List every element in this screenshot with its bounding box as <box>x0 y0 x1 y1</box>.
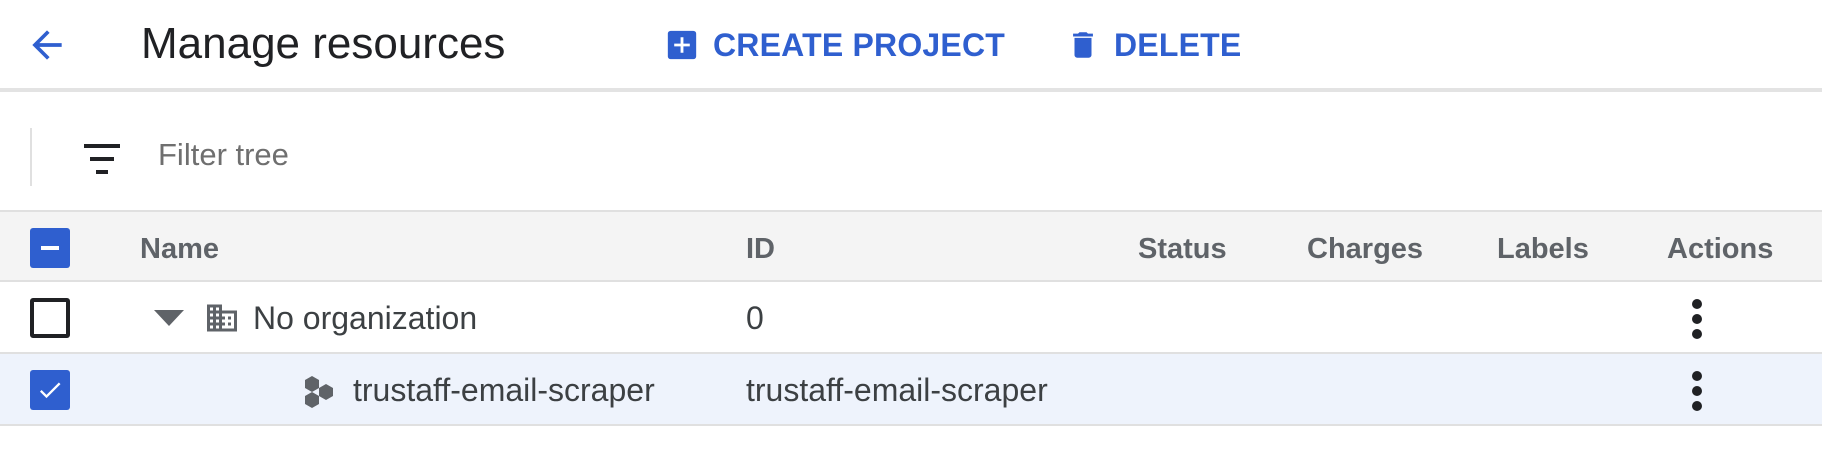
column-header-status[interactable]: Status <box>1138 232 1227 266</box>
column-header-labels[interactable]: Labels <box>1497 232 1589 266</box>
filter-tree-input[interactable] <box>158 132 1058 178</box>
select-all-checkbox[interactable] <box>30 228 70 268</box>
project-hexagons-icon <box>305 376 333 408</box>
more-actions-button[interactable] <box>1680 368 1714 414</box>
row-checkbox[interactable] <box>30 370 70 410</box>
more-vert-icon <box>1692 299 1702 339</box>
filter-bar <box>0 96 1822 210</box>
filter-divider <box>30 128 32 186</box>
building-icon <box>207 304 237 332</box>
add-box-icon <box>667 30 697 60</box>
back-button[interactable] <box>22 20 72 70</box>
arrow-back-icon <box>32 30 62 60</box>
column-header-charges[interactable]: Charges <box>1307 232 1423 266</box>
row-id: 0 <box>746 300 764 336</box>
column-header-name[interactable]: Name <box>140 232 219 266</box>
more-actions-button[interactable] <box>1680 296 1714 342</box>
row-name[interactable]: No organization <box>253 299 477 337</box>
column-header-actions: Actions <box>1667 233 1774 265</box>
filter-list-icon <box>84 144 120 174</box>
table-row[interactable]: trustaff-email-scraper trustaff-email-sc… <box>0 354 1822 426</box>
delete-label: DELETE <box>1114 26 1242 63</box>
row-name[interactable]: trustaff-email-scraper <box>353 371 655 409</box>
table-row[interactable]: No organization 0 <box>0 282 1822 354</box>
check-icon <box>39 382 61 399</box>
row-checkbox[interactable] <box>30 298 70 338</box>
top-bar: Manage resources CREATE PROJECT DELETE <box>0 0 1822 92</box>
caret-down-icon[interactable] <box>152 306 186 330</box>
more-vert-icon <box>1692 371 1702 411</box>
delete-button[interactable]: DELETE <box>1066 20 1241 70</box>
row-id: trustaff-email-scraper <box>746 372 1048 408</box>
table-header: Name ID Status Charges Labels Actions <box>0 210 1822 282</box>
page-title: Manage resources <box>141 19 506 68</box>
trash-icon <box>1073 32 1093 58</box>
column-header-id[interactable]: ID <box>746 232 775 266</box>
create-project-label: CREATE PROJECT <box>713 26 1006 63</box>
create-project-button[interactable]: CREATE PROJECT <box>665 20 1005 70</box>
indeterminate-icon <box>41 246 59 250</box>
